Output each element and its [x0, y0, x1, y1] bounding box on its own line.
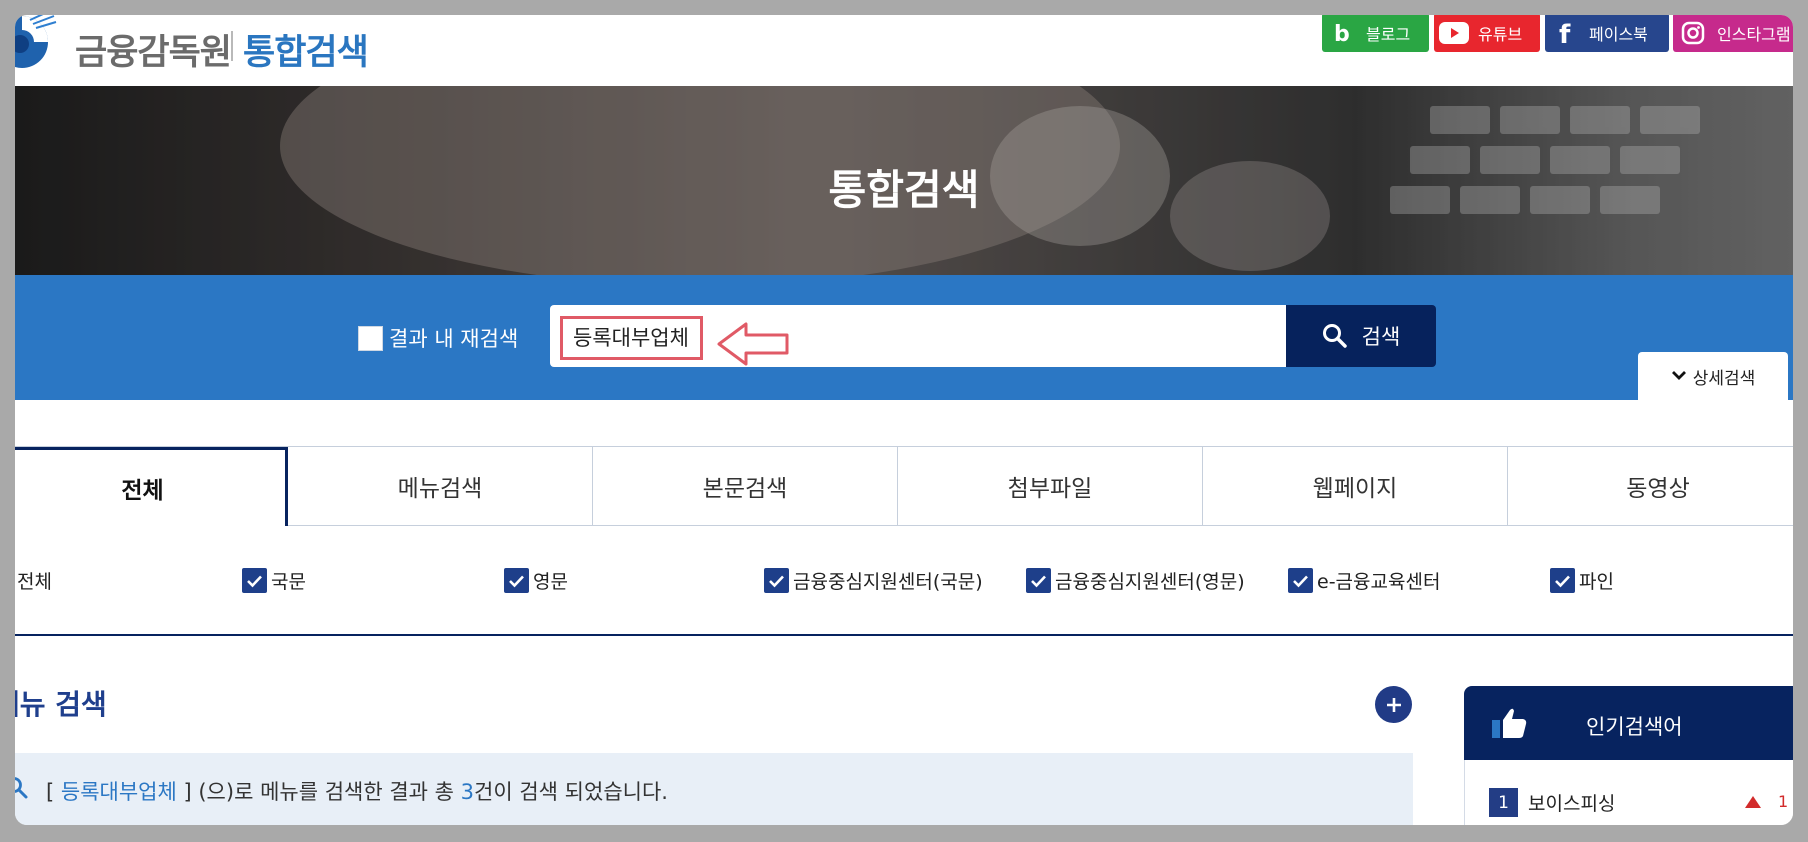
tab-attachments[interactable]: 첨부파일 — [898, 447, 1203, 525]
checkbox-checked-icon — [764, 568, 789, 593]
blog-icon: b — [1322, 15, 1362, 52]
filter-divider — [15, 634, 1793, 636]
blog-button[interactable]: b 블로그 — [1322, 15, 1429, 52]
arrow-left-icon — [716, 321, 790, 371]
trend-up-icon — [1744, 795, 1762, 809]
search-button[interactable]: 검색 — [1286, 305, 1436, 367]
tab-body-search[interactable]: 본문검색 — [593, 447, 898, 525]
youtube-button[interactable]: 유튜브 — [1434, 15, 1540, 52]
popular-keywords-header: 인기검색어 — [1464, 686, 1793, 760]
result-summary-text: [ 등록대부업체 ] (으)로 메뉴를 검색한 결과 총 3건이 검색 되었습니… — [46, 776, 668, 806]
detail-search-label: 상세검색 — [1692, 368, 1756, 389]
browser-frame: 금융감독원 통합검색 b 블로그 유튜브 f 페이스북 인스타그램 통합검색 결… — [15, 15, 1793, 825]
facebook-button[interactable]: f 페이스북 — [1545, 15, 1669, 52]
tab-webpages[interactable]: 웹페이지 — [1203, 447, 1508, 525]
research-checkbox[interactable] — [358, 326, 383, 351]
trend-change: 1 — [1778, 792, 1789, 811]
youtube-label: 유튜브 — [1478, 24, 1523, 44]
filter-korean[interactable]: 국문 — [242, 567, 306, 594]
checkbox-checked-icon — [1288, 568, 1313, 593]
checkbox-checked-icon — [242, 568, 267, 593]
search-button-label: 검색 — [1361, 325, 1401, 349]
filter-label: 금융중심지원센터(국문) — [793, 571, 983, 593]
youtube-icon — [1434, 15, 1474, 52]
logo-text[interactable]: 금융감독원 — [75, 24, 232, 75]
plus-icon — [1385, 696, 1403, 714]
result-count: 3 — [460, 780, 475, 804]
filter-label: 금융중심지원센터(영문) — [1055, 571, 1245, 593]
checkbox-checked-icon — [504, 568, 529, 593]
result-tabs: 전체 메뉴검색 본문검색 첨부파일 웹페이지 동영상 — [15, 446, 1793, 526]
result-tail-text: 건이 검색 되었습니다. — [474, 780, 668, 804]
facebook-icon: f — [1545, 15, 1585, 52]
rank-badge: 1 — [1489, 788, 1518, 817]
fss-logo-icon[interactable] — [15, 15, 58, 70]
research-label[interactable]: 결과 내 재검색 — [389, 323, 518, 353]
instagram-label: 인스타그램 — [1717, 24, 1791, 44]
svg-text:b: b — [1334, 22, 1350, 44]
chevron-down-icon — [1671, 370, 1687, 382]
menu-search-title: 메뉴 검색 — [15, 688, 107, 721]
filter-e-education[interactable]: e-금융교육센터 — [1288, 567, 1440, 594]
facebook-label: 페이스북 — [1589, 24, 1648, 44]
filter-english[interactable]: 영문 — [504, 567, 568, 594]
popular-keyword-term: 보이스피싱 — [1528, 793, 1616, 815]
filter-finance-hub-korean[interactable]: 금융중심지원센터(국문) — [764, 567, 983, 594]
search-icon — [15, 776, 29, 804]
thumbs-up-icon — [1490, 706, 1528, 740]
blog-label: 블로그 — [1366, 24, 1411, 44]
result-bracket-open: [ — [46, 780, 55, 804]
svg-text:f: f — [1559, 20, 1571, 46]
page-title: 통합검색 — [828, 166, 980, 214]
filter-all[interactable]: 전체 — [15, 567, 52, 594]
checkbox-checked-icon — [1550, 568, 1575, 593]
tab-menu-search[interactable]: 메뉴검색 — [288, 447, 593, 525]
detail-search-toggle[interactable]: 상세검색 — [1638, 352, 1788, 400]
filter-label: e-금융교육센터 — [1317, 571, 1441, 593]
filter-label: 영문 — [533, 571, 568, 593]
tab-all[interactable]: 전체 — [15, 447, 288, 526]
filter-label: 파인 — [1579, 571, 1614, 593]
tab-videos[interactable]: 동영상 — [1508, 447, 1793, 525]
search-input-value[interactable]: 등록대부업체 — [560, 316, 703, 360]
more-button[interactable] — [1375, 686, 1412, 723]
hero-banner: 통합검색 — [15, 86, 1793, 275]
instagram-icon — [1673, 15, 1713, 52]
result-keyword: 등록대부업체 — [60, 780, 177, 804]
logo-divider — [231, 31, 233, 61]
popular-keyword-item[interactable]: 1 보이스피싱 — [1489, 788, 1615, 817]
result-middle-text: ] (으)로 메뉴를 검색한 결과 총 — [183, 780, 454, 804]
trend-indicator: 1 — [1744, 792, 1788, 811]
filter-finance-hub-english[interactable]: 금융중심지원센터(영문) — [1026, 567, 1245, 594]
instagram-button[interactable]: 인스타그램 — [1673, 15, 1793, 52]
filter-label: 전체 — [17, 571, 52, 593]
logo-subtitle[interactable]: 통합검색 — [243, 24, 369, 75]
search-icon — [1322, 323, 1348, 349]
filter-label: 국문 — [271, 571, 306, 593]
checkbox-checked-icon — [1026, 568, 1051, 593]
popular-keywords-title: 인기검색어 — [1586, 715, 1683, 739]
filter-fine[interactable]: 파인 — [1550, 567, 1614, 594]
